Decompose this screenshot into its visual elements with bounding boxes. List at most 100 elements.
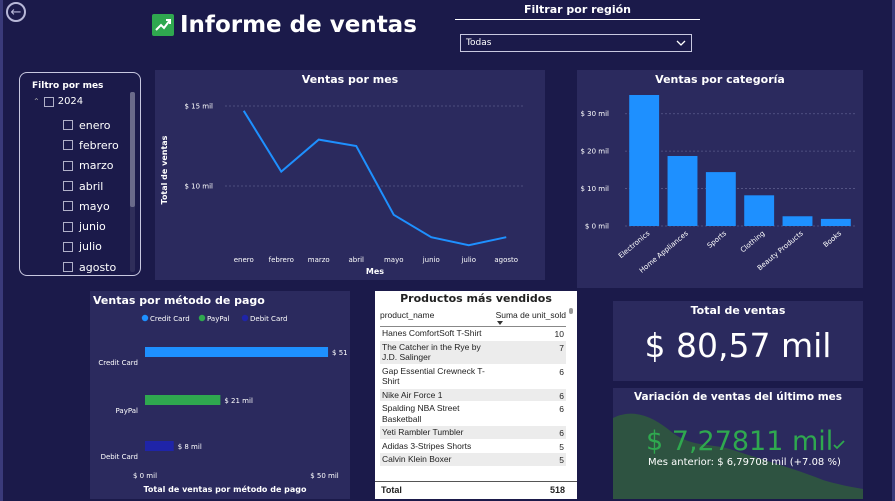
x-tick-label: enero <box>234 256 254 264</box>
kpi-total-card: Total de ventas $ 80,57 mil <box>613 301 863 381</box>
year-row[interactable]: ⌃ 2024 <box>20 91 140 107</box>
column-header-product[interactable]: product_name <box>380 310 434 326</box>
region-dropdown[interactable]: Todas <box>460 34 692 52</box>
data-label: $ 21 mil <box>224 397 253 405</box>
month-item-agosto[interactable]: agosto <box>63 257 119 277</box>
bar-debit-card[interactable] <box>145 441 174 451</box>
month-label: junio <box>79 220 106 234</box>
bar-books[interactable] <box>820 218 851 226</box>
back-arrow-icon[interactable]: ← <box>6 2 26 22</box>
month-checkbox[interactable] <box>63 262 73 273</box>
month-checkbox[interactable] <box>63 181 73 192</box>
y-tick-label: Debit Card <box>101 453 138 461</box>
kpi-variation-value: $ 7,27811 mil <box>646 426 845 457</box>
sales-by-payment-panel: Ventas por método de pago Credit Card Pay… <box>90 291 350 499</box>
legend-marker <box>198 314 206 322</box>
table-row[interactable]: Spalding NBA Street Basketball 6 <box>380 402 566 426</box>
chevron-up-icon[interactable]: ⌃ <box>33 97 40 106</box>
x-tick-label: Electronics <box>617 229 652 260</box>
top-products-title: Productos más vendidos <box>400 292 552 305</box>
x-tick-label: junio <box>422 256 440 264</box>
bar-electronics[interactable] <box>629 95 660 226</box>
month-item-junio[interactable]: junio <box>63 216 119 236</box>
chart-increasing-icon <box>152 14 174 36</box>
total-value: 518 <box>549 485 565 495</box>
x-tick-label: julio <box>460 256 476 264</box>
page-title: Informe de ventas <box>180 12 417 38</box>
year-label: 2024 <box>57 96 84 107</box>
page-header: Informe de ventas <box>152 12 417 38</box>
month-scrollbar[interactable] <box>130 92 135 207</box>
table-row[interactable]: Adidas 3-Stripes Shorts 5 <box>380 440 566 453</box>
column-header-units[interactable]: Suma de unit_sold <box>496 310 566 326</box>
units-cell: 6 <box>559 404 564 414</box>
month-checkbox[interactable] <box>63 201 73 212</box>
x-tick-label: $ 0 mil <box>133 472 157 480</box>
month-checkbox[interactable] <box>63 241 73 252</box>
bar-beauty-products[interactable] <box>782 216 813 226</box>
units-cell: 10 <box>554 329 564 339</box>
x-axis-title: Total de ventas por método de pago <box>143 484 307 494</box>
month-label: mayo <box>79 199 110 213</box>
month-item-febrero[interactable]: febrero <box>63 135 119 155</box>
month-checkbox[interactable] <box>63 120 73 131</box>
bar-credit-card[interactable] <box>145 347 329 357</box>
product-name-cell: Spalding NBA Street Basketball <box>382 403 460 424</box>
year-checkbox[interactable] <box>43 96 54 107</box>
units-cell: 6 <box>559 366 564 377</box>
units-cell: 6 <box>559 390 564 401</box>
month-label: agosto <box>79 260 117 274</box>
product-name-cell: Adidas 3-Stripes Shorts <box>382 440 472 451</box>
legend-label: Debit Card <box>250 315 287 323</box>
month-label: julio <box>79 240 102 254</box>
sales-by-payment-title: Ventas por método de pago <box>93 294 265 307</box>
y-tick-label: $ 10 mil <box>580 185 609 193</box>
table-scrollbar[interactable] <box>569 308 573 314</box>
product-name-cell: Nike Air Force 1 <box>382 389 443 400</box>
month-item-abril[interactable]: abril <box>63 176 119 196</box>
table-row[interactable]: Gap Essential Crewneck T-Shirt 6 <box>380 365 566 389</box>
legend-marker <box>141 314 149 322</box>
bar-home-appliances[interactable] <box>667 156 698 226</box>
product-name-cell: Hanes ComfortSoft T-Shirt <box>382 328 482 338</box>
bar-clothing[interactable] <box>744 195 775 226</box>
y-tick-label: $ 15 mil <box>184 103 213 111</box>
legend-label: PayPal <box>207 315 230 323</box>
column-header-units-label: Suma de unit_sold <box>495 310 566 320</box>
month-checkbox[interactable] <box>63 140 73 151</box>
month-checkbox[interactable] <box>63 160 73 171</box>
table-row[interactable]: Calvin Klein Boxer 5 <box>380 453 566 467</box>
month-checkbox[interactable] <box>63 221 73 232</box>
region-filter-label: Filtrar por región <box>455 3 700 20</box>
series-line <box>242 110 507 247</box>
month-item-mayo[interactable]: mayo <box>63 196 119 216</box>
month-item-enero[interactable]: enero <box>63 115 119 135</box>
product-name-cell: Gap Essential Crewneck T-Shirt <box>382 365 485 387</box>
sales-by-month-title: Ventas por mes <box>301 73 399 86</box>
y-tick-label: PayPal <box>116 407 139 415</box>
bar-paypal[interactable] <box>145 395 221 405</box>
table-total-row: Total 518 <box>375 481 577 499</box>
kpi-variation-amount: $ 7,27811 mil <box>646 426 834 457</box>
month-label: marzo <box>79 159 114 173</box>
month-label: febrero <box>79 138 119 152</box>
month-filter-title: Filtro por mes <box>32 81 104 91</box>
x-tick-label: marzo <box>308 256 330 264</box>
month-item-julio[interactable]: julio <box>63 237 119 257</box>
table-row[interactable]: Nike Air Force 1 6 <box>380 388 566 402</box>
check-icon <box>833 440 845 450</box>
sales-by-category-title: Ventas por categoría <box>655 73 785 86</box>
month-item-marzo[interactable]: marzo <box>63 156 119 176</box>
units-cell: 5 <box>559 455 564 465</box>
y-tick-label: $ 0 mil <box>585 223 609 231</box>
bar-sports[interactable] <box>705 172 736 226</box>
x-tick-label: febrero <box>269 256 294 264</box>
month-filter-slicer: Filtro por mes ⌃ 2024 enero febrero marzo a… <box>19 72 141 276</box>
table-row[interactable]: The Catcher in the Rye by J.D. Salinger 7 <box>380 340 566 365</box>
table-row[interactable]: Hanes ComfortSoft T-Shirt 10 <box>380 327 566 341</box>
top-products-table: Productos más vendidos product_name Suma… <box>375 291 577 499</box>
x-tick-label: Books <box>822 229 844 249</box>
legend-label: Credit Card <box>150 315 190 323</box>
chevron-down-icon <box>676 40 686 46</box>
table-row[interactable]: Yeti Rambler Tumbler 6 <box>380 426 566 440</box>
